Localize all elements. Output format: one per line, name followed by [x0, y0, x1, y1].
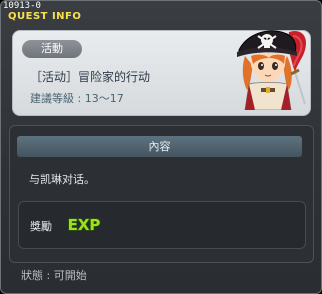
quest-content-text: 与凯琳对话。 — [29, 173, 95, 186]
quest-category-badge: 活動 — [22, 40, 82, 58]
content-section-header: 內容 — [17, 136, 302, 157]
pirate-captain-portrait-icon — [237, 30, 307, 110]
reward-label: 獎勵 — [30, 220, 52, 233]
quest-info-window: 10913-0 QUEST INFO 活動 ［活动］冒险家的行动 建議等級 : … — [0, 0, 322, 294]
quest-status: 狀態 : 可開始 — [21, 269, 87, 282]
reward-box — [18, 201, 306, 249]
recommended-level: 建議等級 : 13～17 — [30, 92, 124, 105]
window-title: QUEST INFO — [8, 11, 82, 22]
exp-icon-label: EXP — [68, 216, 101, 233]
quest-name: ［活动］冒险家的行动 — [30, 70, 151, 84]
title-bar[interactable]: QUEST INFO — [1, 10, 321, 25]
exp-icon[interactable]: EXP — [66, 215, 102, 233]
